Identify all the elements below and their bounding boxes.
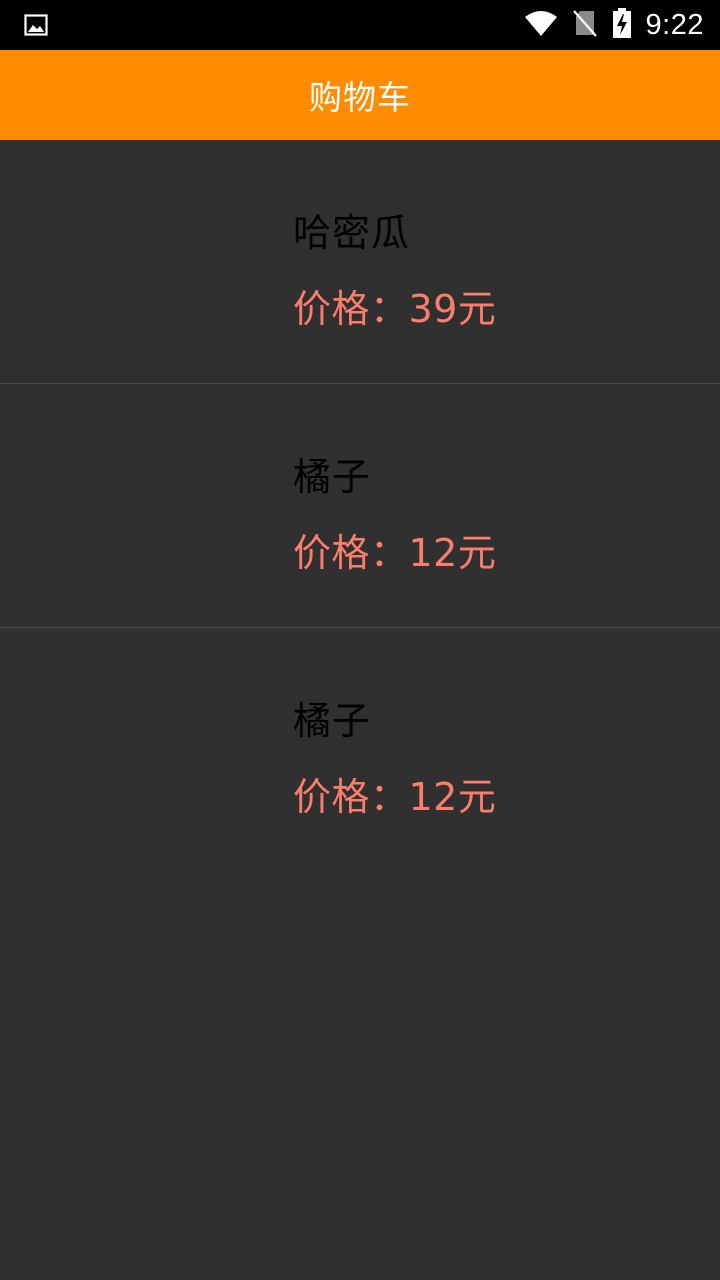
image-notification-icon [24,13,48,37]
cart-list: 哈密瓜 价格：39元 橘子 价格：12元 橘子 价格：12元 [0,140,720,872]
item-price: 价格：12元 [293,531,497,575]
battery-charging-icon [612,7,632,43]
item-name: 哈密瓜 [293,211,411,255]
item-name: 橘子 [293,699,372,743]
item-price: 价格：39元 [293,287,497,331]
wifi-icon [524,9,558,41]
clock-time: 9:22 [645,8,704,41]
page-title: 购物车 [309,78,411,117]
app-bar: 购物车 [0,50,720,140]
cart-item[interactable]: 橘子 价格：12元 [0,628,720,872]
no-sim-icon [572,9,598,41]
status-bar: 9:22 [0,0,720,50]
cart-item[interactable]: 哈密瓜 价格：39元 [0,140,720,384]
status-icons: 9:22 [510,0,704,50]
item-price: 价格：12元 [293,775,497,819]
cart-item[interactable]: 橘子 价格：12元 [0,384,720,628]
item-name: 橘子 [293,455,372,499]
